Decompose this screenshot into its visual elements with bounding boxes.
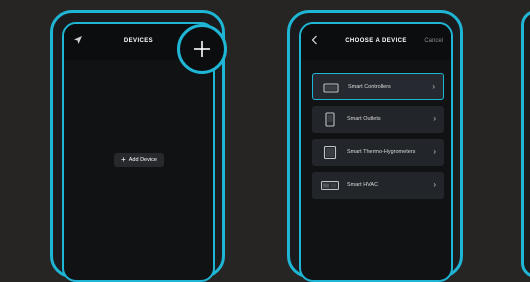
- device-row-smart-thermo-hygrometers[interactable]: Smart Thermo-Hygrometers ›: [312, 139, 444, 166]
- phone-frame-partial: [521, 10, 530, 278]
- add-device-plus-button[interactable]: [177, 24, 227, 74]
- device-row-label: Smart Thermo-Hygrometers: [347, 149, 416, 155]
- choose-device-header: CHOOSE A DEVICE Cancel: [301, 24, 451, 60]
- device-row-smart-controllers[interactable]: Smart Controllers ›: [312, 73, 444, 100]
- device-row-label: Smart HVAC: [347, 182, 379, 188]
- plus-icon: [194, 41, 210, 57]
- plus-icon: +: [121, 155, 126, 164]
- chevron-right-icon: ›: [432, 82, 435, 91]
- choose-device-screen: CHOOSE A DEVICE Cancel Smart Controllers…: [299, 22, 453, 282]
- add-device-button[interactable]: + Add Device: [114, 153, 164, 167]
- device-row-smart-outlets[interactable]: Smart Outlets ›: [312, 106, 444, 133]
- thermo-hygrometer-icon: [323, 145, 337, 160]
- device-row-label: Smart Controllers: [348, 84, 391, 90]
- controller-icon: [323, 83, 339, 93]
- chevron-right-icon: ›: [433, 180, 436, 189]
- cancel-button[interactable]: Cancel: [424, 38, 443, 44]
- chevron-right-icon: ›: [433, 114, 436, 123]
- device-type-list: Smart Controllers › Smart Outlets › Smar…: [312, 73, 444, 205]
- device-row-smart-hvac[interactable]: Smart HVAC ›: [312, 172, 444, 199]
- hvac-icon: [321, 181, 339, 190]
- device-row-label: Smart Outlets: [347, 116, 381, 122]
- chevron-right-icon: ›: [433, 147, 436, 156]
- add-device-label: Add Device: [128, 157, 157, 163]
- outlet-icon: [325, 112, 335, 127]
- phone-frame-choose-device: CHOOSE A DEVICE Cancel Smart Controllers…: [287, 10, 463, 282]
